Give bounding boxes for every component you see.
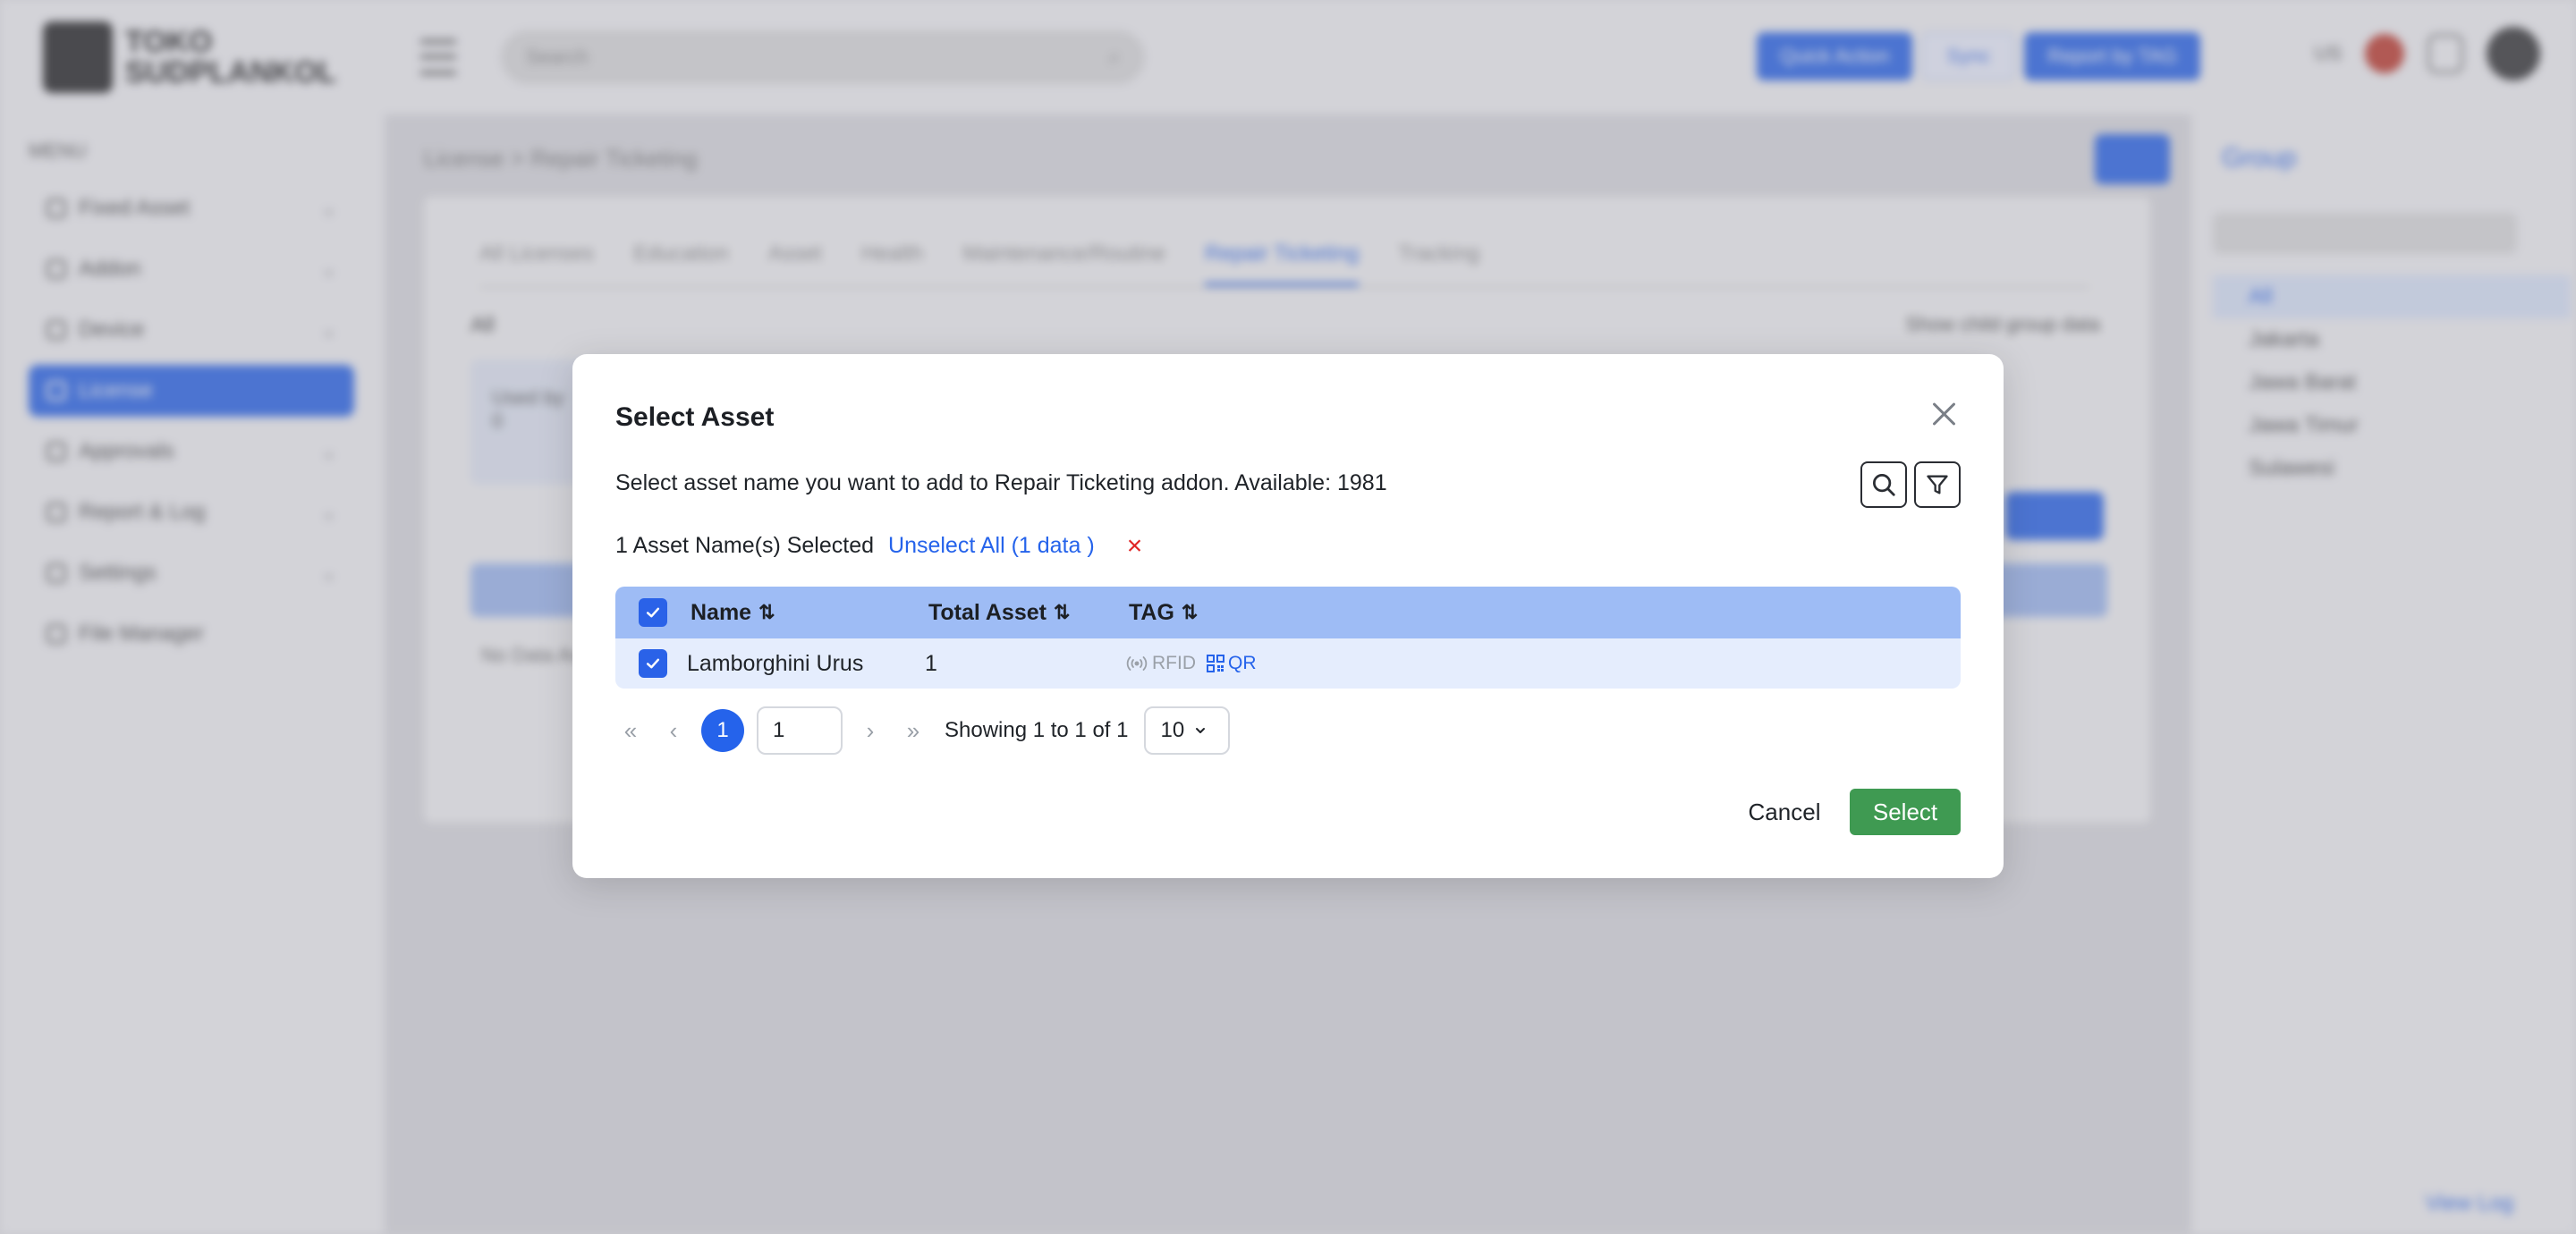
modal-description: Select asset name you want to add to Rep…: [615, 470, 1387, 495]
next-page-icon[interactable]: ›: [855, 717, 886, 745]
selected-count: 1 Asset Name(s) Selected: [615, 533, 875, 558]
qr-tag: QR: [1207, 653, 1257, 674]
unselect-all-link[interactable]: Unselect All (1 data ): [888, 533, 1095, 559]
filter-button[interactable]: [1914, 461, 1961, 508]
sort-icon[interactable]: ⇅: [1054, 601, 1070, 624]
sort-icon[interactable]: ⇅: [758, 601, 775, 624]
page-size-value: 10: [1160, 718, 1185, 742]
cell-name: Lamborghini Urus: [687, 650, 864, 676]
sort-icon[interactable]: ⇅: [1182, 601, 1198, 624]
asset-table: Name ⇅ Total Asset ⇅ TAG ⇅ Lamborghini Urus…: [615, 587, 1961, 689]
cell-tag: RFID QR: [1125, 653, 1961, 674]
chevron-down-icon: [1196, 728, 1206, 733]
page-number-input[interactable]: [757, 706, 843, 755]
prev-page-icon[interactable]: ‹: [658, 717, 689, 745]
search-icon: [1873, 474, 1895, 496]
cell-total-asset: 1: [925, 650, 937, 676]
cancel-button[interactable]: Cancel: [1735, 789, 1834, 835]
page-size-select[interactable]: 10: [1144, 706, 1231, 755]
select-all-checkbox[interactable]: [639, 598, 667, 627]
clear-selection-icon[interactable]: ×: [1127, 533, 1143, 560]
filter-icon: [1927, 475, 1948, 494]
select-button[interactable]: Select: [1850, 789, 1961, 835]
qr-code-icon: [1207, 655, 1224, 672]
rfid-icon: [1126, 656, 1148, 671]
table-row[interactable]: Lamborghini Urus 1 RFID QR: [615, 638, 1961, 689]
first-page-icon[interactable]: «: [615, 717, 646, 745]
search-button[interactable]: [1860, 461, 1907, 508]
row-checkbox[interactable]: [639, 649, 667, 678]
column-header-tag[interactable]: TAG ⇅: [1129, 600, 1961, 626]
column-header-name[interactable]: Name ⇅: [691, 600, 928, 626]
pagination: « ‹ 1 › » Showing 1 to 1 of 1 10: [615, 706, 1231, 755]
column-header-total-asset[interactable]: Total Asset ⇅: [928, 600, 1129, 626]
selection-summary: 1 Asset Name(s) Selected Unselect All (1…: [615, 533, 1143, 560]
page-number-button[interactable]: 1: [701, 709, 744, 752]
last-page-icon[interactable]: »: [898, 717, 928, 745]
check-icon: [646, 607, 660, 618]
pagination-info: Showing 1 to 1 of 1: [945, 718, 1129, 742]
check-icon: [646, 658, 660, 669]
modal-title: Select Asset: [615, 402, 775, 432]
table-header: Name ⇅ Total Asset ⇅ TAG ⇅: [615, 587, 1961, 638]
select-asset-modal: Select Asset Select asset name you want …: [572, 354, 2004, 878]
rfid-tag: RFID: [1125, 653, 1196, 674]
close-icon[interactable]: [1928, 399, 1959, 429]
